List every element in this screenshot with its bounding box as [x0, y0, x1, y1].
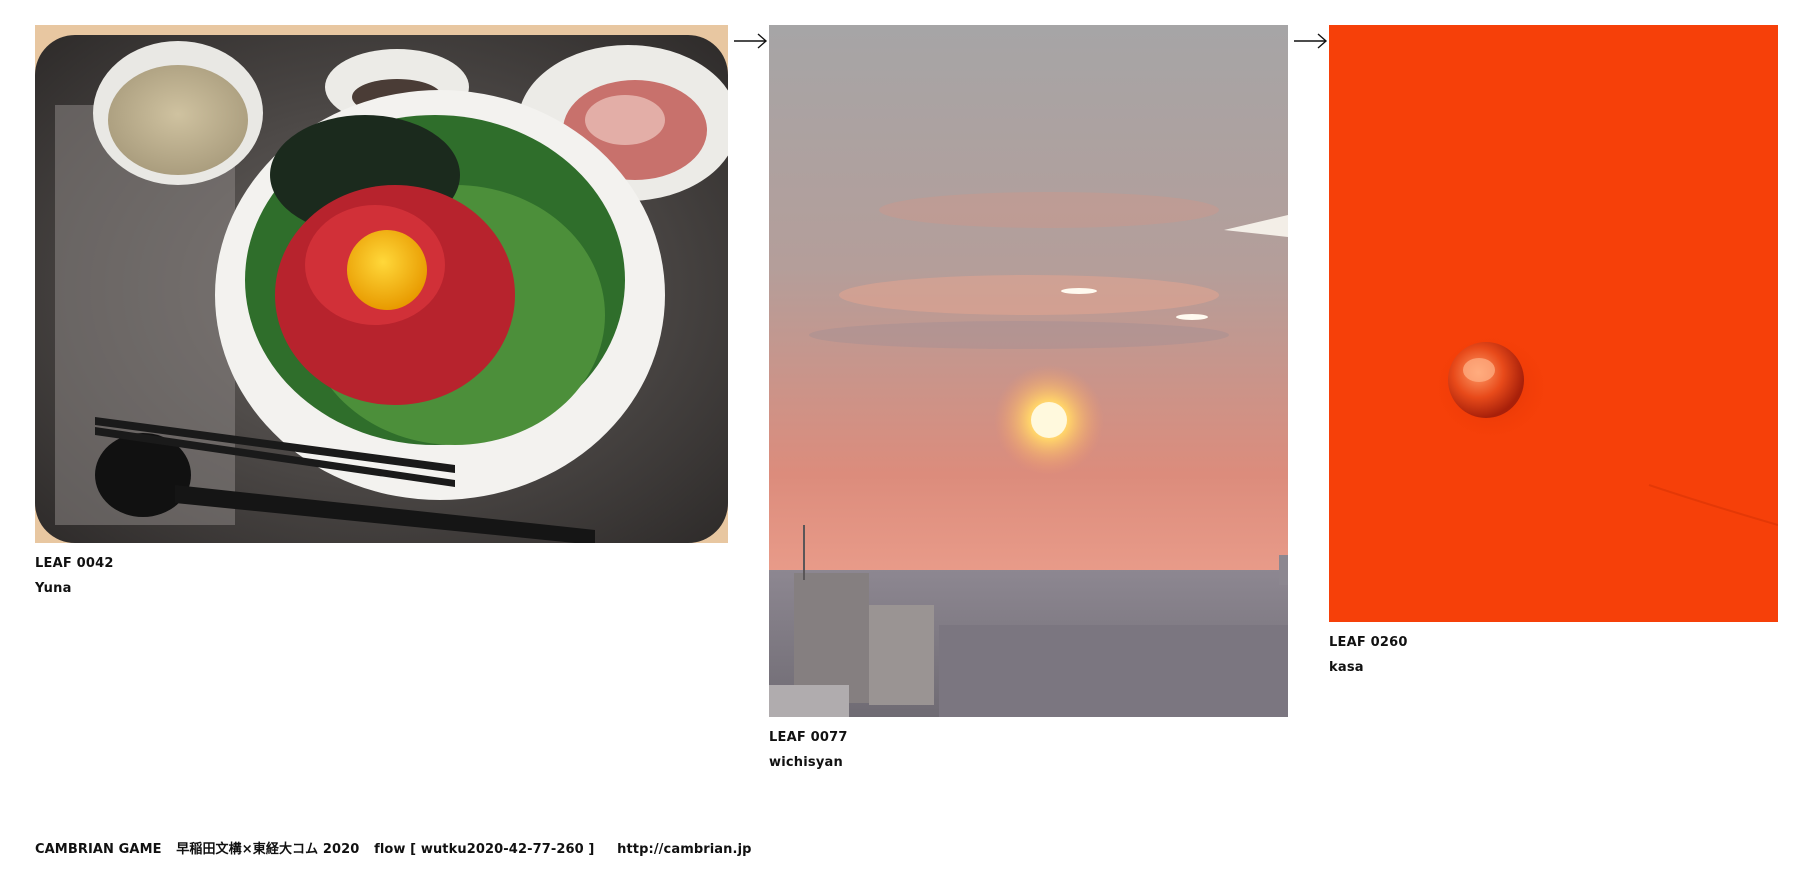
- leaf-card-0042[interactable]: LEAF 0042 Yuna: [35, 25, 728, 596]
- leaf-card-0260[interactable]: LEAF 0260 kasa: [1329, 25, 1778, 675]
- leaf-id-label[interactable]: LEAF 0260: [1329, 635, 1778, 650]
- sunset-image: [769, 25, 1288, 717]
- arrow-right-icon: [734, 33, 768, 49]
- leaf-id-label[interactable]: LEAF 0042: [35, 556, 728, 571]
- arrow-right-icon: [1294, 33, 1328, 49]
- page: LEAF 0042 Yuna LEAF 0077 wichisyan LEAF …: [0, 0, 1813, 872]
- leaf-author-name[interactable]: wichisyan: [769, 755, 1288, 770]
- footer-project: CAMBRIAN GAME: [35, 842, 162, 857]
- footer-flow: flow [ wutku2020-42-77-260 ]: [374, 842, 595, 857]
- leaf-author-name[interactable]: kasa: [1329, 660, 1778, 675]
- orange-bead-image: [1329, 25, 1778, 622]
- food-bowl-image: [35, 25, 728, 543]
- leaf-photo-0077[interactable]: [769, 25, 1288, 717]
- leaf-photo-0260[interactable]: [1329, 25, 1778, 622]
- leaf-photo-0042[interactable]: [35, 25, 728, 543]
- footer-link[interactable]: http://cambrian.jp: [617, 842, 751, 857]
- leaf-author-name[interactable]: Yuna: [35, 581, 728, 596]
- leaf-id-label[interactable]: LEAF 0077: [769, 730, 1288, 745]
- leaf-card-0077[interactable]: LEAF 0077 wichisyan: [769, 25, 1288, 770]
- footer: CAMBRIAN GAME 早稲田文構×東経大コム 2020 flow [ wu…: [35, 838, 752, 857]
- footer-collab: 早稲田文構×東経大コム 2020: [176, 842, 360, 857]
